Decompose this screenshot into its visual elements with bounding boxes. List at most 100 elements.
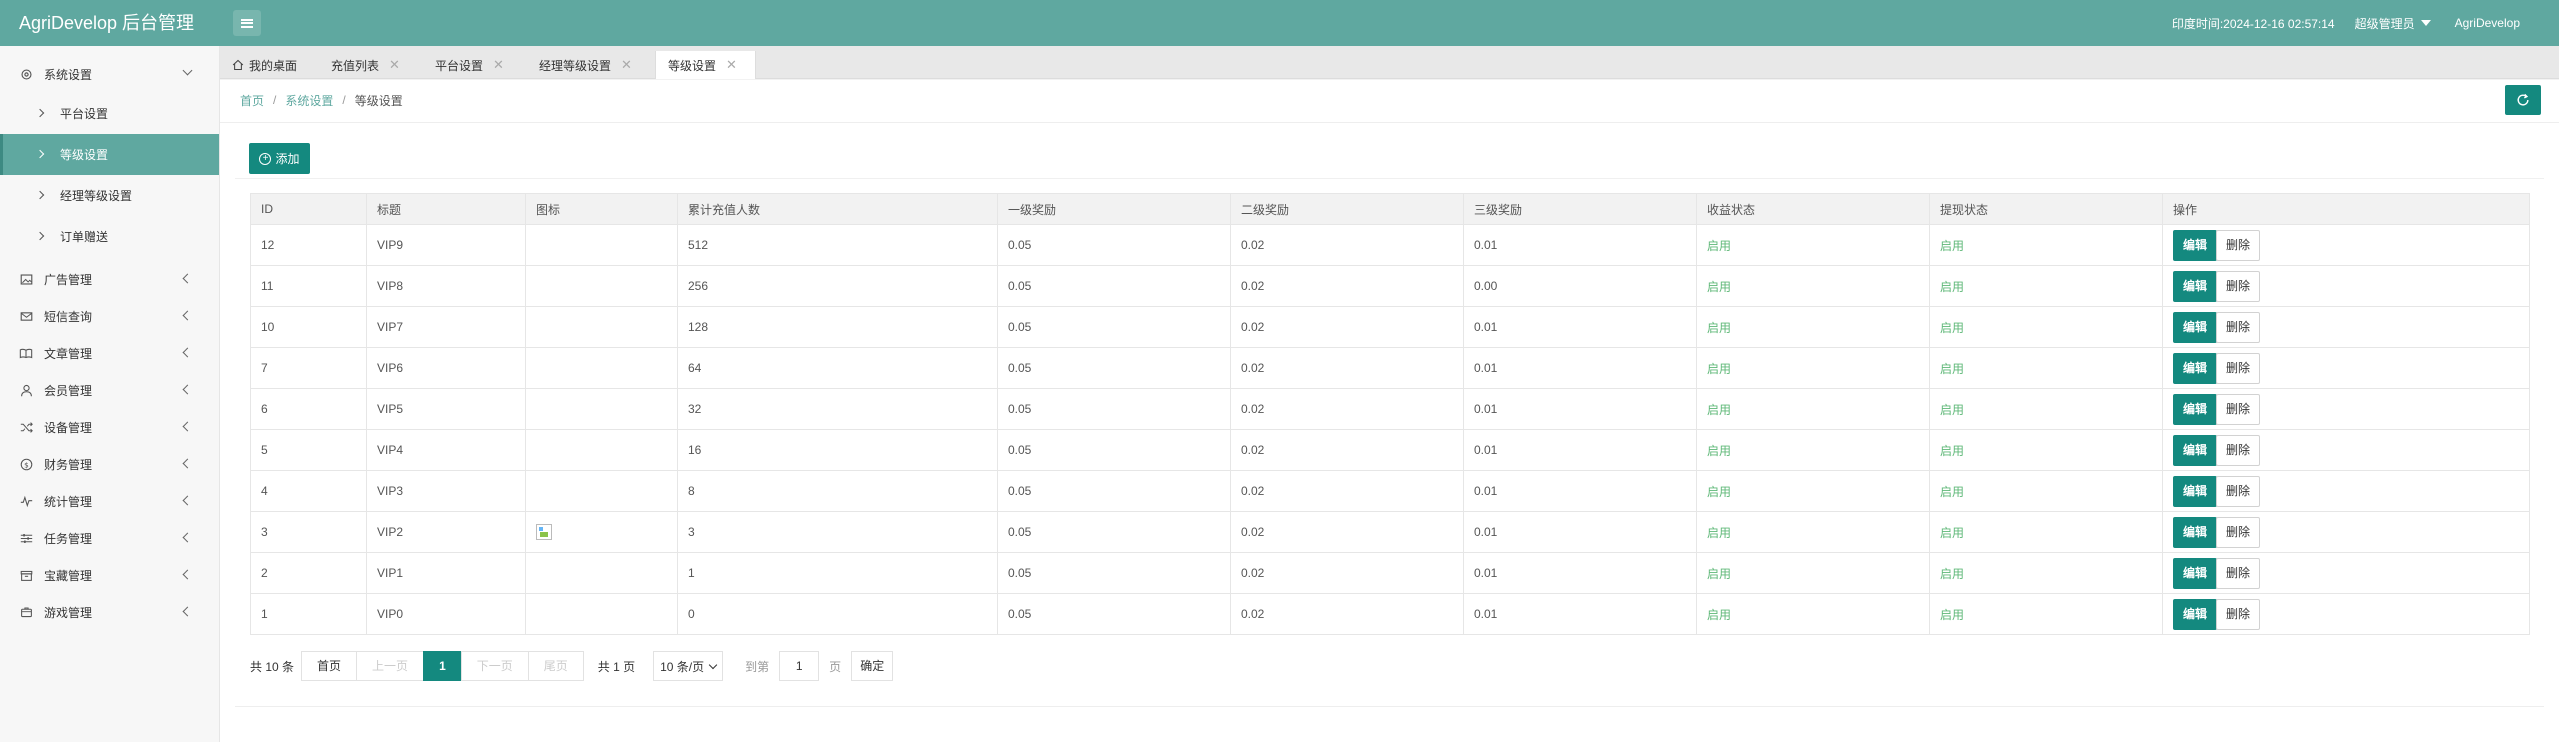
tab-level-settings[interactable]: 等级设置 ✕ bbox=[655, 51, 756, 79]
delete-button[interactable]: 删除 bbox=[2216, 516, 2260, 548]
pagination-count: 共 10 条 bbox=[250, 659, 295, 674]
gear-icon bbox=[19, 68, 33, 82]
edit-button[interactable]: 编辑 bbox=[2173, 270, 2217, 302]
cell-r3: 0.01 bbox=[1463, 306, 1697, 348]
sidebar-group-devices[interactable]: 设备管理 bbox=[0, 409, 219, 446]
sidebar-group-system[interactable]: 系统设置 bbox=[0, 56, 219, 93]
sidebar-group-tasks[interactable]: 任务管理 bbox=[0, 520, 219, 557]
sidebar-group-ads[interactable]: 广告管理 bbox=[0, 261, 219, 298]
menu-toggle-button[interactable] bbox=[233, 10, 261, 36]
cell-r2: 0.02 bbox=[1230, 224, 1464, 266]
cell-r3: 0.01 bbox=[1463, 388, 1697, 430]
close-icon[interactable]: ✕ bbox=[389, 57, 400, 73]
delete-button[interactable]: 删除 bbox=[2216, 475, 2260, 507]
breadcrumb-home[interactable]: 首页 bbox=[240, 92, 264, 109]
sidebar-group-finance[interactable]: $ 财务管理 bbox=[0, 446, 219, 483]
sidebar-group-label: 短信查询 bbox=[44, 310, 93, 324]
cell-icon bbox=[525, 224, 678, 266]
next-page-button[interactable]: 下一页 bbox=[460, 651, 529, 681]
chevron-left-icon bbox=[182, 532, 193, 543]
sidebar-group-label: 文章管理 bbox=[44, 347, 93, 361]
add-button[interactable]: + 添加 bbox=[249, 143, 310, 174]
chevron-down-icon bbox=[182, 65, 193, 76]
cell-r2: 0.02 bbox=[1230, 265, 1464, 307]
sidebar-item-label: 平台设置 bbox=[60, 107, 109, 121]
level-table: ID 标题 图标 累计充值人数 一级奖励 二级奖励 三级奖励 收益状态 提现状态… bbox=[250, 193, 2530, 635]
cell-title: VIP1 bbox=[366, 552, 526, 594]
edit-button[interactable]: 编辑 bbox=[2173, 434, 2217, 466]
delete-button[interactable]: 删除 bbox=[2216, 557, 2260, 589]
username[interactable]: AgriDevelop bbox=[2455, 16, 2520, 30]
add-button-label: 添加 bbox=[275, 152, 300, 166]
goto-confirm-button[interactable]: 确定 bbox=[851, 651, 894, 681]
edit-button[interactable]: 编辑 bbox=[2173, 475, 2217, 507]
cell-r3: 0.01 bbox=[1463, 347, 1697, 389]
delete-button[interactable]: 删除 bbox=[2216, 311, 2260, 343]
goto-page-input[interactable]: 1 bbox=[779, 651, 820, 681]
sidebar-item-label: 经理等级设置 bbox=[60, 189, 133, 203]
tab-desktop[interactable]: 我的桌面 bbox=[220, 51, 297, 79]
delete-button[interactable]: 删除 bbox=[2216, 352, 2260, 384]
cell-r1: 0.05 bbox=[997, 388, 1231, 430]
close-icon[interactable]: ✕ bbox=[493, 57, 504, 73]
edit-button[interactable]: 编辑 bbox=[2173, 352, 2217, 384]
edit-button[interactable]: 编辑 bbox=[2173, 393, 2217, 425]
sidebar-group-games[interactable]: 游戏管理 bbox=[0, 594, 219, 631]
user-icon bbox=[19, 384, 33, 398]
role-dropdown[interactable]: 超级管理员 bbox=[2355, 15, 2431, 32]
first-page-button[interactable]: 首页 bbox=[301, 651, 358, 681]
delete-button[interactable]: 删除 bbox=[2216, 393, 2260, 425]
sidebar-group-label: 宝藏管理 bbox=[44, 569, 93, 583]
sidebar-group-label: 统计管理 bbox=[44, 495, 93, 509]
edit-button[interactable]: 编辑 bbox=[2173, 516, 2217, 548]
edit-button[interactable]: 编辑 bbox=[2173, 311, 2217, 343]
chevron-left-icon bbox=[182, 606, 193, 617]
box-icon bbox=[19, 569, 33, 583]
page-size-select[interactable]: 10 条/页 bbox=[653, 651, 724, 681]
chevron-left-icon bbox=[182, 421, 193, 432]
tab-manager-level[interactable]: 经理等级设置 ✕ bbox=[527, 51, 632, 79]
delete-button[interactable]: 删除 bbox=[2216, 270, 2260, 302]
cell-actions: 编辑 删除 bbox=[2162, 265, 2530, 307]
breadcrumb-current: 等级设置 bbox=[354, 93, 403, 108]
edit-button[interactable]: 编辑 bbox=[2173, 229, 2217, 261]
close-icon[interactable]: ✕ bbox=[726, 57, 737, 73]
sidebar-group-sms[interactable]: 短信查询 bbox=[0, 298, 219, 335]
sidebar-group-members[interactable]: 会员管理 bbox=[0, 372, 219, 409]
sidebar-item-order-gift[interactable]: 订单赠送 bbox=[0, 216, 219, 257]
cell-actions: 编辑 删除 bbox=[2162, 511, 2530, 553]
sidebar-item-manager-level[interactable]: 经理等级设置 bbox=[0, 175, 219, 216]
cell-r1: 0.05 bbox=[997, 593, 1231, 635]
close-icon[interactable]: ✕ bbox=[621, 57, 632, 73]
cell-income: 启用 bbox=[1696, 224, 1930, 266]
sidebar-item-platform[interactable]: 平台设置 bbox=[0, 93, 219, 134]
sidebar-group-treasure[interactable]: 宝藏管理 bbox=[0, 557, 219, 594]
table-row: 1 VIP0 0 0.05 0.02 0.01 启用 启用 编辑 删除 bbox=[250, 593, 2530, 635]
sidebar-item-level[interactable]: 等级设置 bbox=[0, 134, 219, 175]
cell-income: 启用 bbox=[1696, 470, 1930, 512]
delete-button[interactable]: 删除 bbox=[2216, 598, 2260, 630]
sidebar-group-articles[interactable]: 文章管理 bbox=[0, 335, 219, 372]
delete-button[interactable]: 删除 bbox=[2216, 434, 2260, 466]
cell-id: 11 bbox=[250, 265, 367, 307]
sidebar-group-label: 系统设置 bbox=[44, 68, 93, 82]
last-page-button[interactable]: 尾页 bbox=[527, 651, 584, 681]
chevron-left-icon bbox=[182, 458, 193, 469]
table-row: 10 VIP7 128 0.05 0.02 0.01 启用 启用 编辑 删除 bbox=[250, 306, 2530, 348]
prev-page-button[interactable]: 上一页 bbox=[356, 651, 425, 681]
sidebar-group-stats[interactable]: 统计管理 bbox=[0, 483, 219, 520]
cell-r3: 0.01 bbox=[1463, 429, 1697, 471]
sidebar-group-label: 广告管理 bbox=[44, 273, 93, 287]
table-row: 7 VIP6 64 0.05 0.02 0.01 启用 启用 编辑 删除 bbox=[250, 347, 2530, 389]
edit-button[interactable]: 编辑 bbox=[2173, 598, 2217, 630]
breadcrumb-section[interactable]: 系统设置 bbox=[285, 92, 333, 109]
tab-platform-settings[interactable]: 平台设置 ✕ bbox=[423, 51, 504, 79]
table-row: 4 VIP3 8 0.05 0.02 0.01 启用 启用 编辑 删除 bbox=[250, 470, 2530, 512]
tab-label: 经理等级设置 bbox=[539, 58, 612, 73]
delete-button[interactable]: 删除 bbox=[2216, 229, 2260, 261]
edit-button[interactable]: 编辑 bbox=[2173, 557, 2217, 589]
tab-recharge-list[interactable]: 充值列表 ✕ bbox=[319, 51, 400, 79]
role-label: 超级管理员 bbox=[2354, 16, 2415, 31]
current-page[interactable]: 1 bbox=[423, 651, 462, 681]
refresh-button[interactable] bbox=[2505, 85, 2541, 115]
